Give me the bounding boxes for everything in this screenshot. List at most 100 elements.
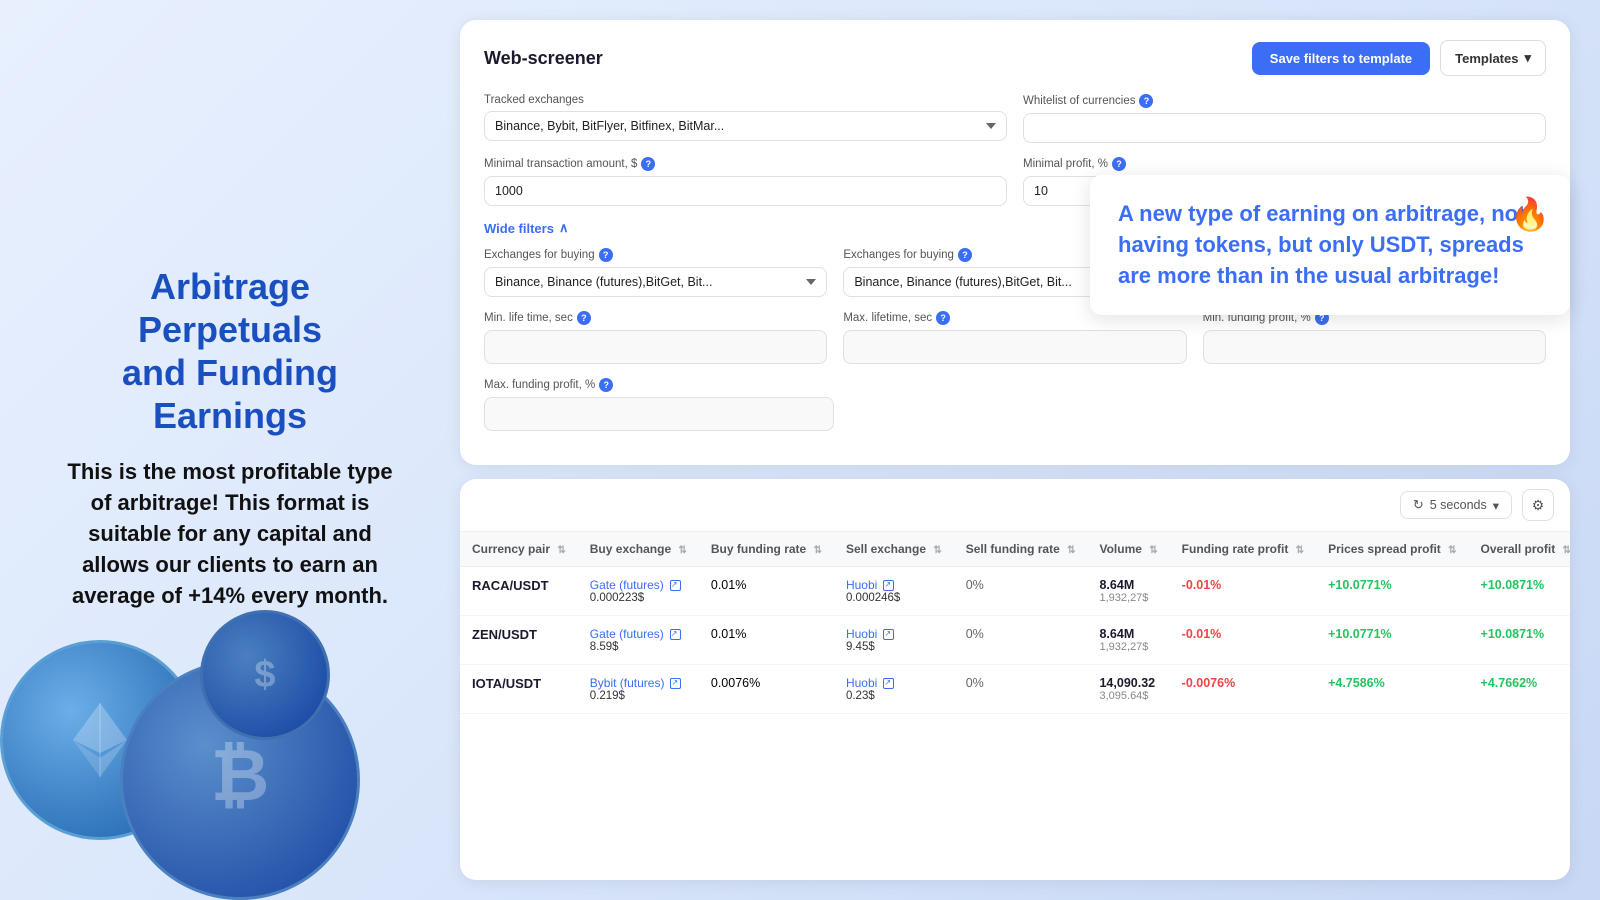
sort-sell-exchange-icon: ⇅	[933, 545, 941, 556]
volume-main-2: 14,090.32	[1099, 676, 1157, 690]
table-row: ZEN/USDT Gate (futures) 8.59$ 0.01% Huob…	[460, 616, 1570, 665]
cell-buy-exchange-2: Bybit (futures) 0.219$	[578, 665, 699, 714]
tracked-exchanges-group: Tracked exchanges Binance, Bybit, BitFly…	[484, 94, 1007, 141]
sell-exchange-link-1[interactable]: Huobi	[846, 627, 942, 641]
svg-text:₿: ₿	[211, 736, 270, 816]
small-coin: $	[200, 610, 330, 740]
min-funding-profit-group: Min. funding profit, % ?	[1203, 311, 1546, 364]
min-lifetime-label: Min. life time, sec ?	[484, 311, 827, 325]
buy-exchanges-label: Exchanges for buying ?	[484, 248, 827, 262]
external-link-icon-1	[670, 629, 681, 640]
subtext: This is the most profitable type of arbi…	[60, 457, 400, 611]
templates-button[interactable]: Templates ▾	[1440, 40, 1546, 76]
cell-buy-exchange-0: Gate (futures) 0.000223$	[578, 567, 699, 616]
cell-sell-rate-0: 0%	[954, 567, 1088, 616]
sell-exchanges-help-icon[interactable]: ?	[958, 248, 972, 262]
cell-sell-rate-2: 0%	[954, 665, 1088, 714]
min-transaction-help-icon[interactable]: ?	[641, 157, 655, 171]
external-link-icon-2	[670, 678, 681, 689]
sort-overall-profit-icon: ⇅	[1563, 545, 1570, 556]
buy-exchange-link-2[interactable]: Bybit (futures)	[590, 676, 687, 690]
col-funding-profit[interactable]: Funding rate profit ⇅	[1170, 532, 1316, 567]
cell-funding-profit-2: -0.0076%	[1170, 665, 1316, 714]
header-buttons: Save filters to template Templates ▾	[1252, 40, 1546, 76]
sort-buy-exchange-icon: ⇅	[678, 545, 686, 556]
whitelist-help-icon[interactable]: ?	[1139, 94, 1153, 108]
screener-title: Web-screener	[484, 48, 603, 69]
table-body: RACA/USDT Gate (futures) 0.000223$ 0.01%…	[460, 567, 1570, 714]
max-lifetime-input[interactable]	[843, 330, 1186, 364]
col-volume[interactable]: Volume ⇅	[1087, 532, 1169, 567]
sell-exchange-link-0[interactable]: Huobi	[846, 578, 942, 592]
cell-pair-2: IOTA/USDT	[460, 665, 578, 714]
buy-exchange-link-1[interactable]: Gate (futures)	[590, 627, 687, 641]
sort-volume-icon: ⇅	[1149, 545, 1157, 556]
col-overall-profit[interactable]: Overall profit ⇅	[1469, 532, 1570, 567]
refresh-icon: ↻	[1413, 497, 1424, 513]
overall-profit-value-0: +10.0871%	[1481, 578, 1545, 592]
cell-overall-profit-2: +4.7662%	[1469, 665, 1570, 714]
gear-icon: ⚙	[1532, 497, 1545, 514]
min-lifetime-help-icon[interactable]: ?	[577, 311, 591, 325]
spread-profit-value-1: +10.0771%	[1328, 627, 1392, 641]
buy-price-0: 0.000223$	[590, 592, 687, 604]
cell-pair-0: RACA/USDT	[460, 567, 578, 616]
tracked-exchanges-label: Tracked exchanges	[484, 94, 1007, 106]
sell-external-link-icon-2	[883, 678, 894, 689]
cell-volume-1: 8.64M 1,932,27$	[1087, 616, 1169, 665]
cell-spread-profit-1: +10.0771%	[1316, 616, 1468, 665]
max-funding-profit-input[interactable]	[484, 397, 834, 431]
buy-rate-value-2: 0.0076%	[711, 676, 760, 690]
col-sell-exchange[interactable]: Sell exchange ⇅	[834, 532, 954, 567]
pair-label-0: RACA/USDT	[472, 578, 549, 593]
cell-sell-rate-1: 0%	[954, 616, 1088, 665]
filter-row-1: Tracked exchanges Binance, Bybit, BitFly…	[484, 94, 1546, 143]
min-transaction-input[interactable]	[484, 176, 1007, 206]
table-settings-button[interactable]: ⚙	[1522, 489, 1554, 521]
cell-spread-profit-2: +4.7586%	[1316, 665, 1468, 714]
table-container[interactable]: Currency pair ⇅ Buy exchange ⇅ Buy fundi…	[460, 532, 1570, 880]
left-panel: Arbitrage Perpetuals and Funding Earning…	[0, 0, 440, 900]
buy-exchange-link-0[interactable]: Gate (futures)	[590, 578, 687, 592]
cell-buy-exchange-1: Gate (futures) 8.59$	[578, 616, 699, 665]
cell-spread-profit-0: +10.0771%	[1316, 567, 1468, 616]
buy-exchanges-select[interactable]: Binance, Binance (futures),BitGet, Bit..…	[484, 267, 827, 297]
cell-funding-profit-1: -0.01%	[1170, 616, 1316, 665]
cell-sell-exchange-2: Huobi 0.23$	[834, 665, 954, 714]
overall-profit-value-2: +4.7662%	[1481, 676, 1538, 690]
save-filters-button[interactable]: Save filters to template	[1252, 42, 1430, 75]
min-funding-profit-input[interactable]	[1203, 330, 1546, 364]
buy-rate-value-0: 0.01%	[711, 578, 746, 592]
sort-spread-profit-icon: ⇅	[1448, 545, 1456, 556]
refresh-button[interactable]: ↻ 5 seconds ▾	[1400, 491, 1512, 519]
max-lifetime-group: Max. lifetime, sec ?	[843, 311, 1186, 364]
fire-icon: 🔥	[1510, 195, 1550, 233]
headline: Arbitrage Perpetuals and Funding Earning…	[60, 265, 400, 438]
min-profit-help-icon[interactable]: ?	[1112, 157, 1126, 171]
cell-buy-rate-0: 0.01%	[699, 567, 834, 616]
min-transaction-group: Minimal transaction amount, $ ?	[484, 157, 1007, 206]
tracked-exchanges-select[interactable]: Binance, Bybit, BitFlyer, Bitfinex, BitM…	[484, 111, 1007, 141]
col-pair[interactable]: Currency pair ⇅	[460, 532, 578, 567]
sell-exchange-link-2[interactable]: Huobi	[846, 676, 942, 690]
min-lifetime-input[interactable]	[484, 330, 827, 364]
col-buy-rate[interactable]: Buy funding rate ⇅	[699, 532, 834, 567]
sort-buy-rate-icon: ⇅	[814, 545, 822, 556]
filter-row-4: Min. life time, sec ? Max. lifetime, sec…	[484, 311, 1546, 364]
volume-sub-1: 1,932,27$	[1099, 641, 1157, 653]
cell-volume-2: 14,090.32 3,095.64$	[1087, 665, 1169, 714]
max-lifetime-help-icon[interactable]: ?	[936, 311, 950, 325]
max-funding-profit-label: Max. funding profit, % ?	[484, 378, 834, 392]
external-link-icon-0	[670, 580, 681, 591]
col-buy-exchange[interactable]: Buy exchange ⇅	[578, 532, 699, 567]
volume-main-0: 8.64M	[1099, 578, 1157, 592]
col-sell-rate[interactable]: Sell funding rate ⇅	[954, 532, 1088, 567]
whitelist-input[interactable]	[1023, 113, 1546, 143]
col-spread-profit[interactable]: Prices spread profit ⇅	[1316, 532, 1468, 567]
max-funding-profit-help-icon[interactable]: ?	[599, 378, 613, 392]
cell-sell-exchange-0: Huobi 0.000246$	[834, 567, 954, 616]
table-row: RACA/USDT Gate (futures) 0.000223$ 0.01%…	[460, 567, 1570, 616]
volume-sub-2: 3,095.64$	[1099, 690, 1157, 702]
buy-exchanges-help-icon[interactable]: ?	[599, 248, 613, 262]
filter-row-5: Max. funding profit, % ?	[484, 378, 1546, 431]
